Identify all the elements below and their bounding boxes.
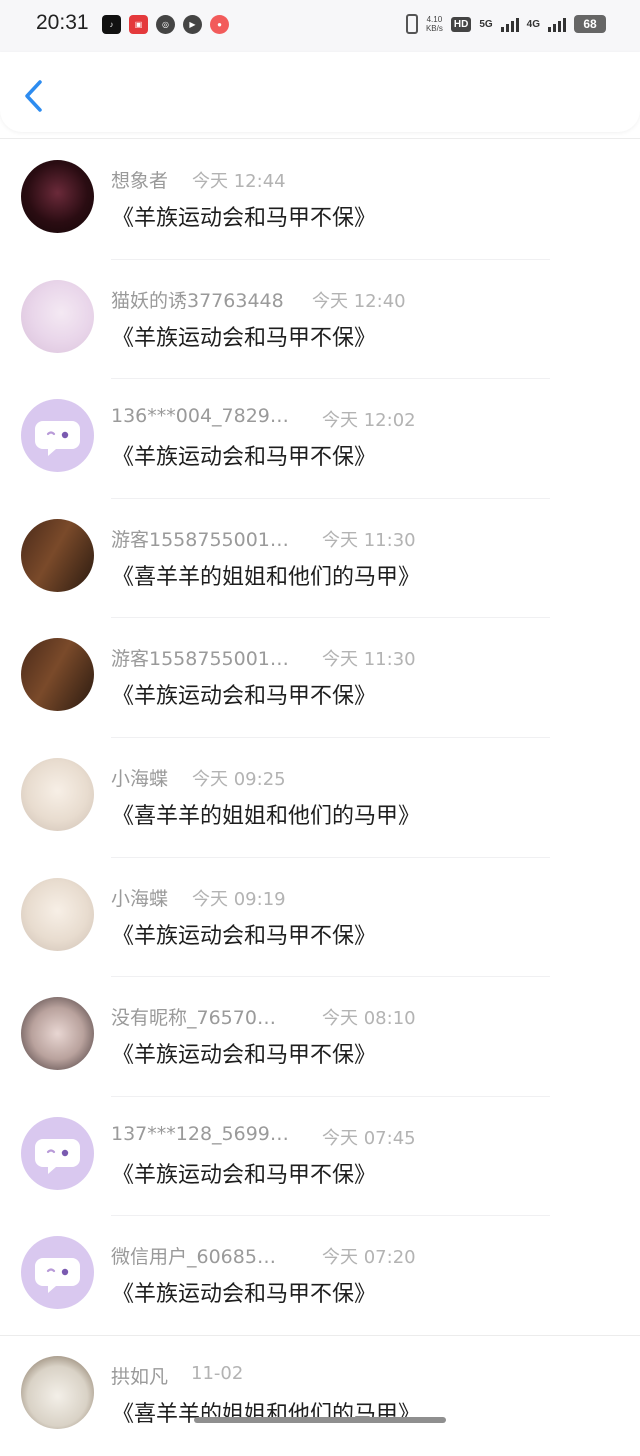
- message-row[interactable]: 小海蝶 今天 09:19 《羊族运动会和马甲不保》: [0, 858, 640, 978]
- message-row[interactable]: 猫妖的诱37763448 今天 12:40 《羊族运动会和马甲不保》: [0, 260, 640, 380]
- message-time: 今天 12:44: [192, 171, 286, 192]
- story-title-link[interactable]: 《羊族运动会和马甲不保》: [112, 320, 376, 352]
- message-row[interactable]: 想象者 今天 12:44 《羊族运动会和马甲不保》: [0, 140, 640, 260]
- sender-name: 没有昵称_76570…: [111, 1007, 276, 1030]
- status-bar: 20:31 ♪ ▣ ◎ ▶ ● 4.10 KB/s HD 5G 4G 68: [0, 0, 640, 52]
- message-row[interactable]: 游客1558755001… 今天 11:30 《羊族运动会和马甲不保》: [0, 618, 640, 738]
- status-system-icons: 4.10 KB/s HD 5G 4G 68: [405, 14, 606, 34]
- battery-icon: 68: [574, 15, 606, 33]
- avatar[interactable]: [21, 1116, 94, 1190]
- network-speed: 4.10 KB/s: [425, 15, 443, 33]
- message-time: 今天 09:19: [192, 888, 286, 910]
- sender-name: 游客1558755001…: [111, 528, 289, 551]
- message-row[interactable]: 小海蝶 今天 09:25 《喜羊羊的姐姐和他们的马甲》: [0, 738, 640, 858]
- story-title-link[interactable]: 《羊族运动会和马甲不保》: [112, 1276, 376, 1308]
- message-time: 今天 12:40: [312, 290, 406, 312]
- message-row[interactable]: 拱如凡 11-02 《喜羊羊的姐姐和他们的马甲》: [0, 1336, 640, 1456]
- header-divider: [0, 138, 640, 139]
- message-time: 11-02: [191, 1362, 244, 1384]
- vibrate-icon: [405, 14, 418, 34]
- avatar[interactable]: [21, 1355, 94, 1429]
- back-button[interactable]: [20, 78, 48, 114]
- sender-name: 137***128_5699…: [111, 1122, 289, 1145]
- message-row[interactable]: 136***004_7829… 今天 12:02 《羊族运动会和马甲不保》: [0, 379, 640, 499]
- avatar[interactable]: [21, 877, 94, 951]
- message-time: 今天 11:30: [322, 649, 416, 671]
- avatar[interactable]: [21, 279, 94, 353]
- sender-name: 想象者: [111, 170, 169, 192]
- signal-bars-icon: [548, 16, 566, 32]
- avatar[interactable]: [21, 399, 94, 473]
- avatar[interactable]: [21, 997, 94, 1071]
- message-row[interactable]: 游客1558755001… 今天 11:30 《喜羊羊的姐姐和他们的马甲》: [0, 499, 640, 619]
- avatar[interactable]: [21, 757, 94, 831]
- story-title-link[interactable]: 《羊族运动会和马甲不保》: [112, 200, 376, 232]
- sender-name: 猫妖的诱37763448: [111, 289, 284, 312]
- network-5g-label: 5G: [479, 18, 493, 30]
- message-time: 今天 09:25: [192, 768, 286, 790]
- message-row[interactable]: 微信用户_60685… 今天 07:20 《羊族运动会和马甲不保》: [0, 1216, 640, 1336]
- sender-name: 136***004_7829…: [111, 405, 289, 428]
- story-title-link[interactable]: 《羊族运动会和马甲不保》: [112, 918, 376, 950]
- message-row[interactable]: 没有昵称_76570… 今天 08:10 《羊族运动会和马甲不保》: [0, 977, 640, 1097]
- chat-bubble-icon: [35, 1258, 80, 1294]
- status-time: 20:31: [36, 11, 89, 34]
- message-row[interactable]: 137***128_5699… 今天 07:45 《羊族运动会和马甲不保》: [0, 1097, 640, 1217]
- message-time: 今天 07:20: [322, 1247, 416, 1269]
- chat-bubble-icon: [35, 421, 80, 457]
- xiaohongshu-icon: ▣: [129, 15, 148, 34]
- signal-bars-icon: [500, 16, 519, 32]
- story-title-link[interactable]: 《羊族运动会和马甲不保》: [112, 1157, 376, 1189]
- sender-name: 微信用户_60685…: [111, 1246, 276, 1269]
- play-app-icon: ▶: [183, 15, 202, 34]
- status-app-icons: ♪ ▣ ◎ ▶ ●: [102, 15, 229, 34]
- chevron-left-icon: [25, 80, 42, 112]
- network-4g-label: 4G: [526, 18, 540, 30]
- redbook-app-icon: ●: [210, 15, 229, 34]
- top-app-bar: [0, 52, 640, 132]
- sender-name: 小海蝶: [111, 767, 169, 790]
- story-title-link[interactable]: 《喜羊羊的姐姐和他们的马甲》: [112, 559, 420, 591]
- avatar[interactable]: [21, 518, 94, 592]
- message-time: 今天 07:45: [322, 1127, 416, 1149]
- sender-name: 游客1558755001…: [111, 648, 289, 671]
- home-indicator[interactable]: [194, 1417, 446, 1423]
- avatar[interactable]: [21, 1236, 94, 1310]
- chat-bubble-icon: [35, 1138, 80, 1174]
- swirl-app-icon: ◎: [156, 15, 175, 34]
- message-time: 今天 12:02: [322, 410, 416, 432]
- message-time: 今天 08:10: [322, 1008, 416, 1030]
- sender-name: 小海蝶: [111, 887, 169, 910]
- sender-name: 拱如凡: [111, 1365, 169, 1388]
- story-title-link[interactable]: 《羊族运动会和马甲不保》: [112, 1037, 376, 1069]
- avatar[interactable]: [21, 638, 94, 712]
- story-title-link[interactable]: 《羊族运动会和马甲不保》: [112, 439, 376, 471]
- avatar[interactable]: [21, 160, 94, 233]
- message-list: 想象者 今天 12:44 《羊族运动会和马甲不保》 猫妖的诱37763448 今天 12…: [0, 140, 640, 1456]
- story-title-link[interactable]: 《喜羊羊的姐姐和他们的马甲》: [112, 1396, 420, 1428]
- story-title-link[interactable]: 《喜羊羊的姐姐和他们的马甲》: [112, 798, 420, 830]
- story-title-link[interactable]: 《羊族运动会和马甲不保》: [112, 678, 376, 710]
- hd-badge: HD: [450, 16, 472, 32]
- message-time: 今天 11:30: [322, 529, 416, 551]
- tiktok-icon: ♪: [102, 15, 121, 34]
